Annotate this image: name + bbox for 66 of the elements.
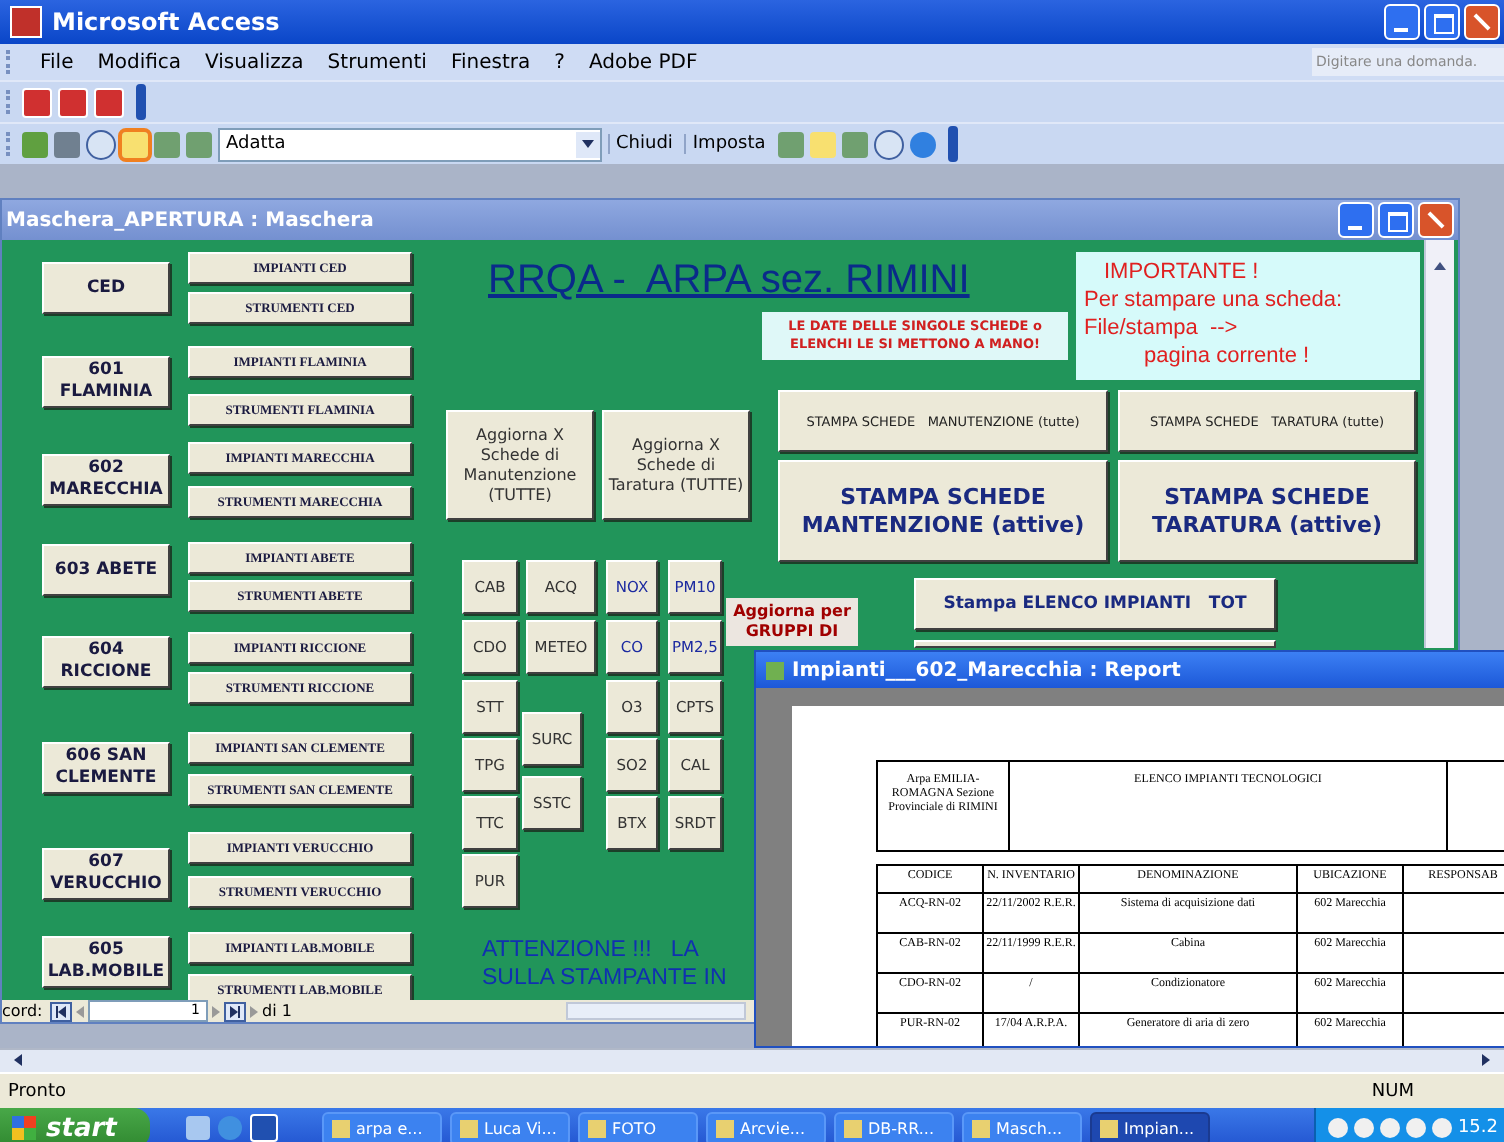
minimize-button[interactable] — [1384, 4, 1420, 40]
update-button[interactable]: Aggiorna X Schede di Manutenzione (TUTTE) — [446, 410, 594, 520]
maximize-button[interactable] — [1378, 202, 1414, 238]
menu-item[interactable]: ? — [554, 51, 565, 73]
start-button[interactable]: start — [0, 1108, 150, 1142]
station-button[interactable]: 601 FLAMINIA — [42, 356, 170, 408]
restore-button[interactable] — [1424, 4, 1460, 40]
toolbar-options-handle[interactable] — [136, 84, 146, 120]
station-button[interactable]: 607 VERUCCHIO — [42, 848, 170, 900]
print-button[interactable]: STAMPA SCHEDE TARATURA (attive) — [1118, 460, 1416, 562]
print-instructions-note: IMPORTANTE ! Per stampare una scheda: File/stampa --> pagina corrente ! — [1076, 252, 1420, 380]
menu-item[interactable]: Visualizza — [205, 51, 304, 73]
menu-item[interactable]: Modifica — [97, 51, 182, 73]
menu-item[interactable]: File — [40, 51, 74, 73]
toolbar-button[interactable]: Chiudi — [608, 134, 679, 154]
num-lock-indicator: NUM — [1371, 1081, 1414, 1101]
form-window-title: Maschera_APERTURA : Maschera — [4, 209, 376, 231]
station-button[interactable]: 606 SAN CLEMENTE — [42, 742, 170, 794]
print-button[interactable] — [914, 640, 1276, 648]
record-label: cord: — [2, 1002, 45, 1020]
station-button[interactable]: 604 RICCIONE — [42, 636, 170, 688]
taskbar-button[interactable]: Impian... — [1090, 1111, 1210, 1142]
toolbar-button[interactable]: Imposta — [684, 134, 772, 154]
close-button[interactable] — [1464, 4, 1500, 40]
station-button[interactable]: 603 ABETE — [42, 544, 170, 596]
new-record-icon[interactable] — [250, 1005, 258, 1017]
menu-item[interactable]: Strumenti — [327, 51, 427, 73]
tray-icon[interactable] — [1379, 1118, 1400, 1138]
taskbar-button[interactable]: Arcvie... — [706, 1111, 826, 1142]
clock: 15.2 — [1457, 1118, 1498, 1138]
taskbar-button[interactable]: Masch... — [962, 1111, 1082, 1142]
printer-warning: ATTENZIONE !!! LA SULLA STAMPANTE IN — [482, 936, 729, 992]
taskbar-button[interactable]: FOTO — [578, 1111, 698, 1142]
menu-grip-handle[interactable] — [6, 50, 16, 74]
menu-item[interactable]: Adobe PDF — [588, 51, 698, 73]
last-record-button[interactable] — [224, 1001, 246, 1021]
close-button[interactable] — [1418, 202, 1454, 238]
form-heading: RRQA - ARPA sez. RIMINI — [488, 258, 970, 304]
status-text: Pronto — [6, 1081, 69, 1101]
horizontal-scrollbar[interactable] — [0, 1048, 1504, 1072]
station-button[interactable]: 602 MARECCHIA — [42, 454, 170, 506]
tray-icon[interactable] — [1353, 1118, 1374, 1138]
toolbar-options-handle[interactable] — [947, 126, 958, 162]
station-button[interactable]: 605 LAB.MOBILE — [42, 936, 170, 988]
tray-icon[interactable] — [1405, 1118, 1426, 1138]
horizontal-scrollbar[interactable] — [566, 1002, 746, 1020]
window-title: Microsoft Access — [52, 8, 282, 36]
toolbar-grip-handle[interactable] — [6, 132, 16, 156]
minimize-button[interactable] — [1338, 202, 1374, 238]
group-update-button[interactable]: Aggiorna per GRUPPI DI — [726, 598, 858, 646]
taskbar-button[interactable]: arpa e... — [322, 1111, 442, 1142]
print-button[interactable]: STAMPA SCHEDE MANTENZIONE (attive) — [778, 460, 1108, 562]
toolbar-grip-handle[interactable] — [6, 90, 16, 114]
taskbar-button[interactable]: DB-RR... — [834, 1111, 954, 1142]
update-button[interactable]: Aggiorna X Schede di Taratura (TUTTE) — [602, 410, 750, 520]
zoom-dropdown[interactable]: Adatta — [218, 127, 602, 161]
vertical-scrollbar[interactable] — [1424, 240, 1454, 648]
taskbar-button[interactable]: Luca Vi... — [450, 1111, 570, 1142]
first-record-button[interactable] — [50, 1001, 72, 1021]
menu-item[interactable]: Finestra — [450, 51, 531, 73]
tray-icon[interactable] — [1327, 1118, 1348, 1138]
record-count: di 1 — [262, 1002, 294, 1020]
station-button[interactable]: CED — [42, 262, 170, 314]
tray-icon[interactable] — [1431, 1118, 1452, 1138]
print-list-button[interactable]: Stampa ELENCO IMPIANTI TOT — [914, 578, 1276, 630]
report-window-title: Impianti___602_Marecchia : Report — [792, 659, 1181, 681]
